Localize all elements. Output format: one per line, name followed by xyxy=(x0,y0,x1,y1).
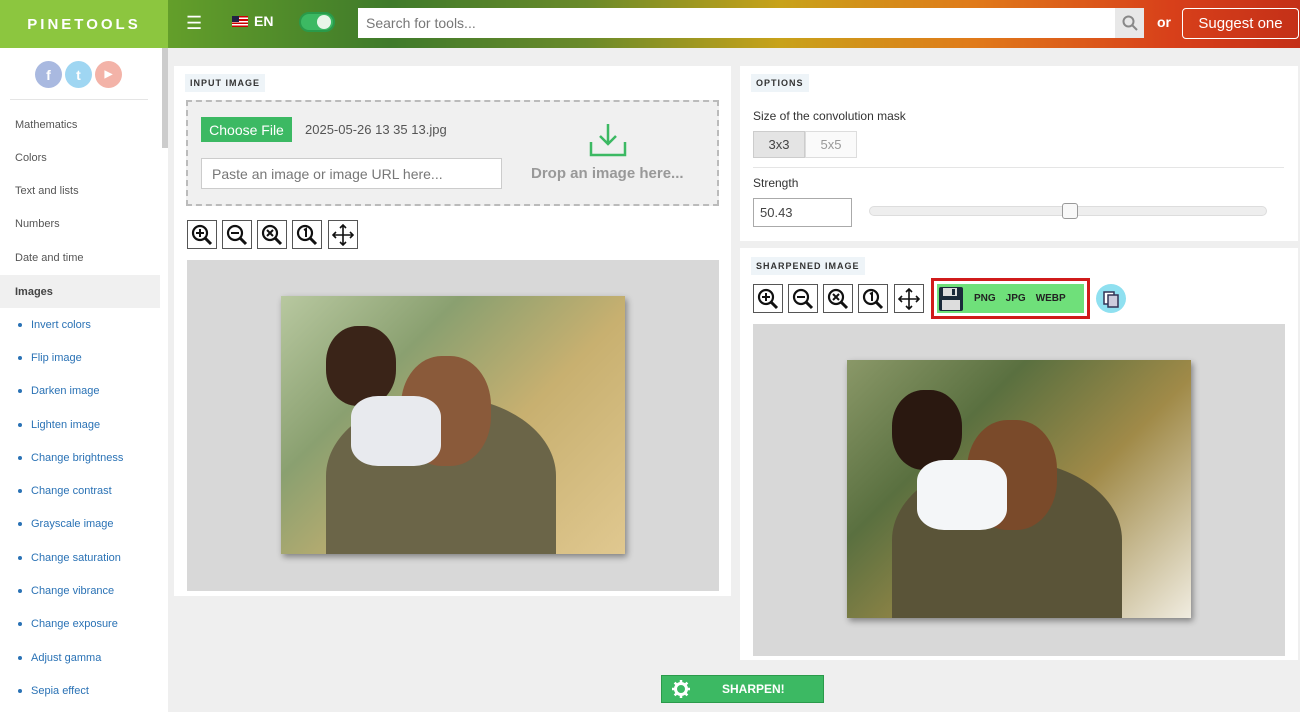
youtube-icon[interactable]: ▶ xyxy=(95,61,122,88)
slider-handle[interactable] xyxy=(1062,203,1078,219)
zoom-fit-icon xyxy=(862,288,884,309)
or-label: or xyxy=(1157,14,1171,30)
copy-button[interactable] xyxy=(1096,284,1126,313)
sidebar-item-mathematics[interactable]: Mathematics xyxy=(15,108,160,141)
logo[interactable]: PINETOOLS xyxy=(0,0,168,48)
choose-file-button[interactable]: Choose File xyxy=(201,117,292,142)
divider xyxy=(753,167,1284,168)
sidebar-subitem[interactable]: Change contrast xyxy=(18,474,112,507)
download-webp-button[interactable]: WEBP xyxy=(1036,293,1066,304)
sidebar-subitem[interactable]: Sepia effect xyxy=(18,674,89,707)
zoom-in-button[interactable] xyxy=(753,284,783,313)
search-icon xyxy=(1122,15,1138,31)
download-jpg-button[interactable]: JPG xyxy=(1006,293,1026,304)
language-selector[interactable]: EN xyxy=(232,13,273,29)
zoom-reset-icon xyxy=(261,224,283,245)
search-input[interactable] xyxy=(358,8,1115,38)
mask-size-label: Size of the convolution mask xyxy=(753,109,906,123)
zoom-in-icon xyxy=(757,288,779,309)
zoom-out-icon xyxy=(226,224,248,245)
sidebar-subitem[interactable]: Change saturation xyxy=(18,541,121,574)
move-icon xyxy=(898,287,920,310)
input-title: INPUT IMAGE xyxy=(185,74,266,92)
zoom-out-button[interactable] xyxy=(222,220,252,249)
scrollbar[interactable] xyxy=(162,48,168,148)
menu-icon[interactable]: ☰ xyxy=(186,14,204,32)
sidebar-item-images[interactable]: Images xyxy=(0,275,160,308)
zoom-fit-button[interactable] xyxy=(858,284,888,313)
sidebar-subitem[interactable]: Invert colors xyxy=(18,308,91,341)
search-button[interactable] xyxy=(1115,8,1144,38)
file-name: 2025-05-26 13 35 13.jpg xyxy=(305,122,447,137)
download-png-button[interactable]: PNG xyxy=(974,293,996,304)
mask-3x3-option[interactable]: 3x3 xyxy=(753,131,805,158)
sidebar-subitem[interactable]: Change vibrance xyxy=(18,574,114,607)
sidebar-item-numbers[interactable]: Numbers xyxy=(15,207,160,240)
options-title: OPTIONS xyxy=(751,74,809,92)
sidebar-item-text-lists[interactable]: Text and lists xyxy=(15,174,160,207)
zoom-out-button[interactable] xyxy=(788,284,818,313)
floppy-icon xyxy=(939,286,963,311)
strength-input[interactable] xyxy=(753,198,852,227)
copy-icon xyxy=(1103,290,1119,308)
sidebar-subitem[interactable]: Darken image xyxy=(18,374,99,407)
move-button[interactable] xyxy=(894,284,924,313)
output-photo xyxy=(847,360,1191,618)
download-buttons: PNG JPG WEBP xyxy=(937,284,1084,313)
divider xyxy=(10,99,148,100)
paste-url-input[interactable] xyxy=(201,158,502,189)
flag-icon xyxy=(232,15,248,27)
toggle-knob xyxy=(317,15,331,29)
theme-toggle[interactable] xyxy=(299,12,335,32)
sidebar-subitem[interactable]: Change brightness xyxy=(18,441,123,474)
zoom-in-button[interactable] xyxy=(187,220,217,249)
sidebar-item-colors[interactable]: Colors xyxy=(15,141,160,174)
input-photo xyxy=(281,296,625,554)
sidebar-subitem[interactable]: Flip image xyxy=(18,341,82,374)
facebook-icon[interactable]: f xyxy=(35,61,62,88)
zoom-reset-button[interactable] xyxy=(823,284,853,313)
mask-5x5-option[interactable]: 5x5 xyxy=(805,131,857,158)
sidebar-subitem[interactable]: Adjust gamma xyxy=(18,641,101,674)
sharpened-title: SHARPENED IMAGE xyxy=(751,257,865,275)
download-icon xyxy=(589,124,627,157)
zoom-reset-button[interactable] xyxy=(257,220,287,249)
zoom-out-icon xyxy=(792,288,814,309)
dropzone[interactable] xyxy=(186,100,719,206)
social-links: f t ▶ xyxy=(35,61,122,88)
zoom-fit-icon xyxy=(296,224,318,245)
sidebar-subitem[interactable]: Change exposure xyxy=(18,607,118,640)
gear-icon xyxy=(672,680,690,698)
move-button[interactable] xyxy=(328,220,358,249)
zoom-in-icon xyxy=(191,224,213,245)
twitter-icon[interactable]: t xyxy=(65,61,92,88)
zoom-fit-button[interactable] xyxy=(292,220,322,249)
move-icon xyxy=(332,223,354,246)
zoom-reset-icon xyxy=(827,288,849,309)
drop-text: Drop an image here... xyxy=(531,165,684,182)
sidebar-subitem[interactable]: Lighten image xyxy=(18,408,100,441)
suggest-button[interactable]: Suggest one xyxy=(1182,8,1299,39)
sidebar-subitem[interactable]: Grayscale image xyxy=(18,507,114,540)
sharpen-label: SHARPEN! xyxy=(722,682,785,696)
sharpen-button[interactable]: SHARPEN! xyxy=(661,675,824,703)
strength-label: Strength xyxy=(753,176,799,190)
language-label: EN xyxy=(254,13,274,29)
sidebar-item-date-time[interactable]: Date and time xyxy=(15,241,160,274)
